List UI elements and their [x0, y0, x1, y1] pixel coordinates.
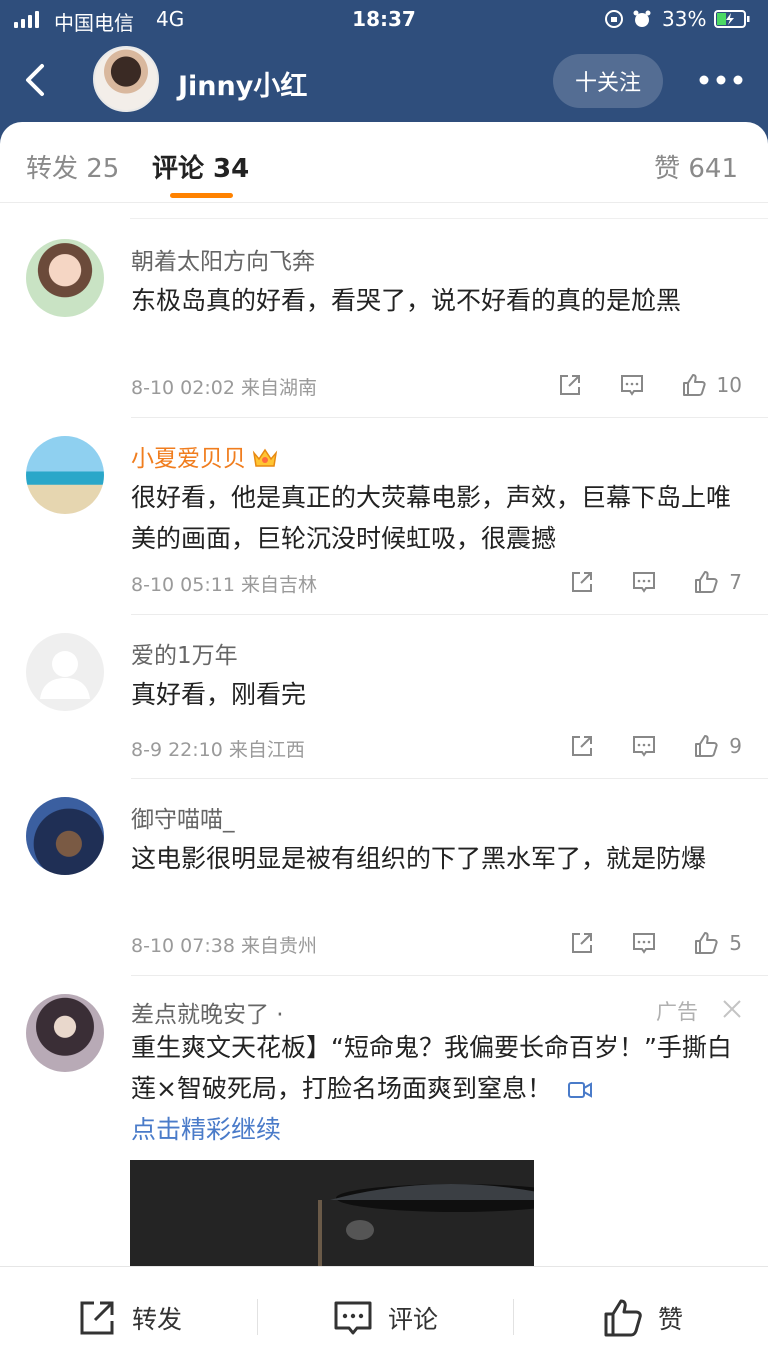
repost-button[interactable]: 转发 — [76, 1297, 182, 1339]
divider — [131, 417, 768, 418]
comment-actions: 9 — [533, 733, 742, 759]
divider — [131, 975, 768, 976]
active-tab-indicator — [170, 193, 233, 198]
battery-percent: 33% — [662, 7, 707, 31]
clock: 18:37 — [352, 7, 416, 31]
like-icon[interactable] — [693, 569, 719, 595]
repost-label: 转发 — [132, 1305, 183, 1334]
battery-icon — [714, 10, 750, 28]
avatar[interactable] — [26, 436, 104, 514]
share-icon[interactable] — [569, 569, 595, 595]
divider — [513, 1299, 514, 1335]
share-icon[interactable] — [569, 930, 595, 956]
bottom-action-bar: 转发 评论 赞 — [0, 1266, 768, 1367]
close-icon[interactable] — [722, 999, 742, 1019]
reply-icon[interactable] — [631, 569, 657, 595]
follow-button[interactable]: 十关注 — [553, 54, 663, 108]
ad-text-body: 重生爽文天花板】“短命鬼？我偏要长命百岁！”手撕白莲×智破死局，打脸名场面爽到窒… — [131, 1033, 732, 1103]
page-title: Jinny小红 — [178, 71, 308, 102]
comment-meta: 8-9 22:10 来自江西 — [131, 739, 305, 761]
author-name: 小夏爱贝贝 — [131, 446, 246, 472]
comment-author[interactable]: 朝着太阳方向飞奔 — [131, 242, 315, 276]
like-count: 5 — [729, 931, 742, 955]
share-icon — [80, 1301, 114, 1335]
reply-icon[interactable] — [619, 372, 645, 398]
comment-text: 东极岛真的好看，看哭了，说不好看的真的是尬黑 — [131, 286, 682, 315]
divider — [130, 218, 768, 219]
video-icon — [567, 1082, 592, 1098]
status-bar: 中国电信 4G 18:37 33% — [0, 0, 768, 40]
share-icon[interactable] — [557, 372, 583, 398]
comment-actions: 10 — [521, 372, 742, 398]
avatar[interactable] — [93, 46, 159, 112]
ad-image[interactable] — [130, 1160, 534, 1266]
nav-bar: Jinny小红 十关注 — [0, 40, 768, 124]
comment-actions: 7 — [533, 569, 742, 595]
comment-text: 很好看，他是真正的大荧幕电影，声效，巨幕下岛上唯美的画面，巨轮沉没时候虹吸，很震… — [131, 483, 732, 553]
divider — [257, 1299, 258, 1335]
comment-text: 这电影很明显是被有组织的下了黑水军了，就是防爆 — [131, 844, 707, 873]
comment-meta: 8-10 07:38 来自贵州 — [131, 935, 317, 957]
share-icon[interactable] — [569, 733, 595, 759]
tab-comment[interactable]: 评论 34 — [152, 148, 249, 185]
more-icon[interactable] — [698, 70, 744, 90]
like-icon[interactable] — [693, 930, 719, 956]
back-icon[interactable] — [18, 60, 54, 100]
avatar[interactable] — [26, 239, 104, 317]
like-count: 9 — [729, 734, 742, 758]
reply-icon[interactable] — [631, 733, 657, 759]
ad-text: 重生爽文天花板】“短命鬼？我偏要长命百岁！”手撕白莲×智破死局，打脸名场面爽到窒… — [131, 1027, 736, 1150]
comment-text: 真好看，刚看完 — [131, 680, 307, 709]
tab-like[interactable]: 赞 641 — [654, 148, 738, 185]
comment-meta: 8-10 02:02 来自湖南 — [131, 377, 317, 399]
ad-author[interactable]: 差点就晚安了 · — [131, 995, 284, 1029]
like-icon — [604, 1299, 642, 1337]
avatar[interactable] — [26, 994, 104, 1072]
like-label: 赞 — [658, 1305, 684, 1334]
comment-actions: 5 — [533, 930, 742, 956]
ad-link[interactable]: 点击精彩继续 — [131, 1115, 281, 1144]
reply-icon[interactable] — [631, 930, 657, 956]
ad-badge: 广告 — [656, 1000, 698, 1024]
comment-author[interactable]: 小夏爱贝贝 — [131, 439, 278, 473]
divider — [131, 614, 768, 615]
like-icon[interactable] — [681, 372, 707, 398]
comment-button[interactable]: 评论 — [332, 1297, 438, 1339]
like-icon[interactable] — [693, 733, 719, 759]
comment-icon — [334, 1301, 372, 1335]
tab-repost[interactable]: 转发 25 — [26, 148, 119, 185]
like-button[interactable]: 赞 — [602, 1297, 683, 1339]
comment-author[interactable]: 爱的1万年 — [131, 636, 238, 670]
crown-icon — [252, 448, 278, 467]
comment-author[interactable]: 御守喵喵_ — [131, 800, 235, 834]
like-count: 7 — [729, 570, 742, 594]
alarm-icon — [633, 10, 651, 27]
rotation-lock-icon — [605, 10, 623, 28]
avatar[interactable] — [26, 633, 104, 711]
divider — [131, 778, 768, 779]
comment-label: 评论 — [388, 1305, 439, 1334]
tab-bar: 转发 25 评论 34 赞 641 — [0, 122, 768, 203]
comment-meta: 8-10 05:11 来自吉林 — [131, 574, 317, 596]
like-count: 10 — [716, 373, 742, 397]
avatar[interactable] — [26, 797, 104, 875]
